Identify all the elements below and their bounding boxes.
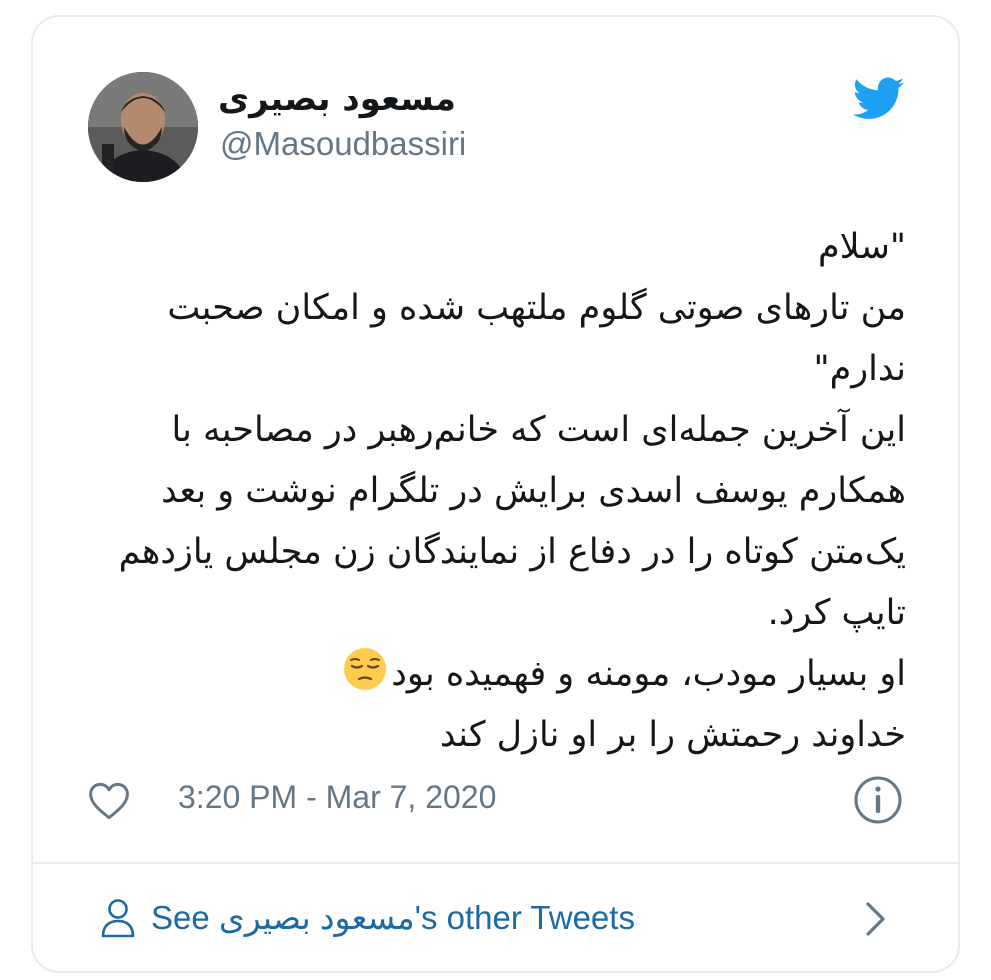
- see-other-tweets-label[interactable]: See مسعود بصیری's other Tweets: [151, 898, 635, 937]
- author-handle[interactable]: @Masoudbassiri: [220, 125, 466, 163]
- chevron-right-icon[interactable]: [863, 900, 889, 938]
- author-display-name[interactable]: مسعود بصیری: [218, 79, 456, 119]
- tweet-line: این آخرین جمله‌ای است که خانم‌رهبر در مص…: [171, 410, 906, 450]
- tweet-timestamp[interactable]: 3:20 PM - Mar 7, 2020: [178, 779, 496, 816]
- tweet-line: تایپ کرد.: [767, 593, 906, 633]
- person-icon: [101, 899, 135, 938]
- tweet-line-with-emoji: او بسیار مودب، مومنه و فهمیده بود: [88, 644, 906, 705]
- tweet-line: همکارم یوسف اسدی برایش در تلگرام نوشت و …: [161, 471, 906, 511]
- twitter-bird-icon[interactable]: [853, 77, 905, 121]
- tweet-text: "سلام من تارهای صوتی گلوم ملتهب شده و ام…: [88, 217, 906, 766]
- tweet-line: ندارم": [813, 349, 906, 389]
- tweet-meta-row: 3:20 PM - Mar 7, 2020: [88, 775, 908, 831]
- heart-icon[interactable]: [88, 781, 130, 821]
- tweet-line: او بسیار مودب، مومنه و فهمیده بود: [391, 654, 906, 694]
- tweet-card: مسعود بصیری @Masoudbassiri "سلام من تاره…: [31, 15, 960, 973]
- tweet-line: من تارهای صوتی گلوم ملتهب شده و امکان صح…: [167, 288, 906, 328]
- see-other-tweets-link[interactable]: See مسعود بصیری's other Tweets: [33, 864, 958, 972]
- footer-suffix: 's other Tweets: [414, 899, 635, 936]
- tweet-line: خداوند رحمتش را بر او نازل کند: [439, 715, 906, 755]
- footer-author-name: مسعود بصیری: [218, 899, 415, 936]
- tweet-line: یک‌متن کوتاه را در دفاع از نمایندگان زن …: [118, 532, 906, 572]
- avatar[interactable]: [88, 72, 198, 182]
- footer-prefix: See: [151, 899, 219, 936]
- tweet-line: "سلام: [818, 227, 906, 267]
- pensive-face-emoji-icon: [344, 648, 387, 690]
- info-icon[interactable]: [853, 775, 903, 825]
